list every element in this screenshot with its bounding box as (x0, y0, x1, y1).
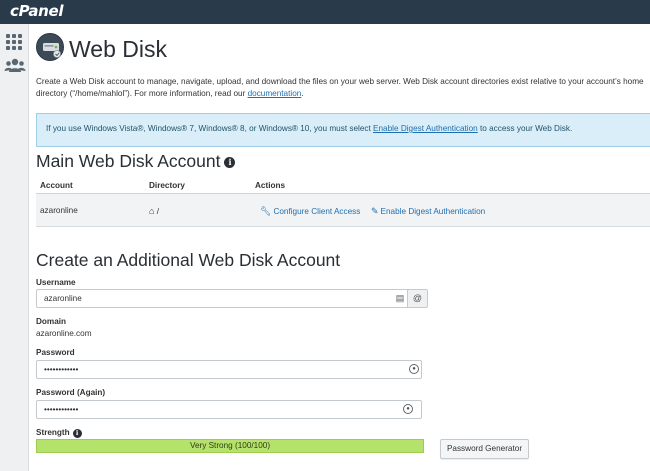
users-icon[interactable] (4, 57, 26, 79)
strength-label: Strength (36, 428, 70, 437)
username-value: azaronline (44, 294, 82, 303)
create-account-heading: Create an Additional Web Disk Account (36, 250, 341, 270)
password-label: Password (36, 348, 75, 357)
grid-icon[interactable] (4, 31, 26, 53)
strength-label-wrap: Strength i (36, 428, 82, 438)
account-name: azaronline (40, 206, 78, 215)
web-disk-icon (36, 33, 64, 61)
enable-digest-link[interactable]: Enable Digest Authentication (373, 124, 478, 133)
strength-value: Very Strong (100/100) (189, 441, 271, 450)
home-icon: ⌂ (149, 206, 155, 216)
strength-meter: Very Strong (100/100) (36, 439, 424, 453)
documentation-link[interactable]: documentation (248, 89, 302, 98)
table-row: azaronline ⌂ / 🔧︎ Configure Client Access… (36, 194, 650, 227)
info-icon[interactable]: i (224, 157, 236, 168)
strength-info-icon[interactable]: i (72, 429, 82, 438)
username-label: Username (36, 278, 76, 287)
intro-body: Create a Web Disk account to manage, nav… (36, 77, 644, 98)
main-content: Web Disk Create a Web Disk account to ma… (29, 24, 650, 471)
digest-label: Enable Digest Authentication (380, 207, 486, 216)
show-password-again-icon[interactable]: ● (403, 404, 413, 414)
page-title: Web Disk (69, 36, 167, 62)
main-account-heading: Main Web Disk Account i (36, 151, 236, 172)
windows-alert: If you use Windows Vista®, Windows® 7, W… (36, 113, 650, 147)
password-generator-button[interactable]: Password Generator (440, 439, 529, 459)
password-again-value: •••••••••••• (44, 405, 79, 414)
left-rail (0, 24, 29, 471)
directory-path: / (156, 207, 159, 216)
alert-text-after: to access your Web Disk. (477, 124, 573, 133)
username-input[interactable]: azaronline ▤ @ (36, 289, 428, 308)
alert-text-before: If you use Windows Vista®, Windows® 7, W… (46, 124, 374, 133)
cpanel-logo[interactable]: cPanel (10, 2, 64, 20)
enable-digest-row-link[interactable]: ✎ Enable Digest Authentication (371, 206, 485, 217)
username-suffix: @ (407, 290, 427, 307)
column-account: Account (40, 181, 73, 190)
top-bar: cPanel (0, 0, 650, 24)
intro-text: Create a Web Disk account to manage, nav… (36, 76, 650, 100)
password-again-label: Password (Again) (36, 388, 106, 397)
password-again-input[interactable]: •••••••••••• ● (36, 400, 422, 419)
wrench-icon: 🔧︎ (260, 206, 272, 216)
configure-label: Configure Client Access (273, 207, 361, 216)
table-header: Account Directory Actions (36, 176, 650, 194)
main-account-table: Account Directory Actions azaronline ⌂ /… (36, 176, 650, 227)
password-input[interactable]: •••••••••••• ● (36, 360, 422, 379)
domain-value: azaronline.com (36, 329, 92, 338)
intro-end: . (301, 89, 304, 98)
contact-card-icon[interactable]: ▤ (393, 290, 407, 307)
show-password-icon[interactable]: ● (409, 364, 419, 374)
main-account-title: Main Web Disk Account (36, 151, 221, 171)
configure-client-access-link[interactable]: 🔧︎ Configure Client Access (260, 206, 360, 217)
directory-cell: ⌂ / (149, 206, 159, 216)
column-directory: Directory (149, 181, 185, 190)
password-value: •••••••••••• (44, 365, 79, 374)
column-actions: Actions (255, 181, 286, 190)
pencil-icon: ✎ (371, 206, 379, 216)
domain-label: Domain (36, 317, 67, 326)
